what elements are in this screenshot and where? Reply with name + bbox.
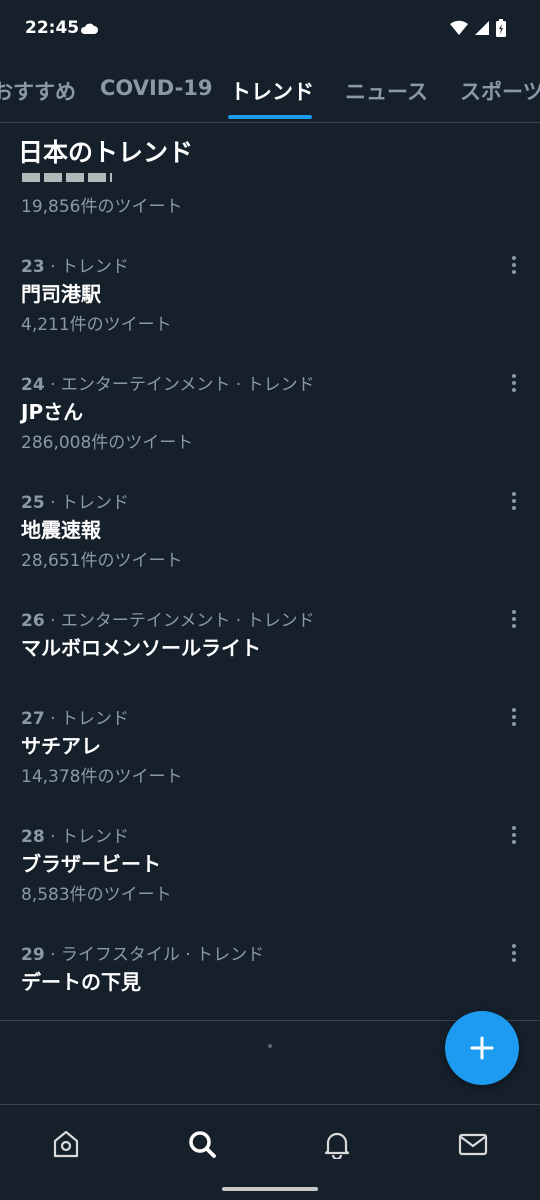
tab-trending[interactable]: トレンド (230, 76, 314, 106)
section-header: 日本のトレンド (0, 123, 540, 173)
tweet-count: 8,583件のツイート (21, 885, 172, 905)
trend-item[interactable]: 27 · トレンド サチアレ 14,378件のツイート (0, 704, 540, 822)
tab-covid19[interactable]: COVID-19 (100, 76, 213, 100)
trend-item[interactable]: 25 · トレンド 地震速報 28,651件のツイート (0, 488, 540, 606)
more-options-icon[interactable] (510, 708, 518, 728)
tweet-count: 19,856件のツイート (21, 197, 183, 217)
compose-tweet-button[interactable] (445, 1011, 519, 1085)
trend-meta: 25 · トレンド (21, 488, 129, 513)
trend-item[interactable]: 28 · トレンド ブラザービート 8,583件のツイート (0, 822, 540, 940)
more-options-icon[interactable] (510, 610, 518, 630)
cloud-icon (80, 20, 98, 39)
trend-meta: 29 · ライフスタイル · トレンド (21, 940, 264, 965)
trend-name: JPさん (21, 400, 84, 424)
explore-tabs: おすすめ COVID-19 トレンド ニュース スポーツ (0, 60, 540, 123)
trend-category: · ライフスタイル · トレンド (50, 945, 265, 965)
trend-category: · トレンド (50, 257, 129, 277)
trend-name: マルボロメンソールライト (21, 636, 261, 660)
status-time: 22:45 (25, 18, 80, 38)
trend-category: · トレンド (50, 709, 129, 729)
trends-list[interactable]: 19,856件のツイート 23 · トレンド 門司港駅 4,211件のツイート … (0, 122, 540, 1022)
trend-rank: 24 (21, 375, 45, 395)
bottom-navigation (0, 1104, 540, 1200)
active-tab-indicator (228, 115, 312, 119)
search-icon[interactable] (187, 1129, 217, 1159)
trend-meta: 24 · エンターテインメント · トレンド (21, 370, 315, 395)
trend-rank: 26 (21, 611, 45, 631)
more-options-icon[interactable] (510, 256, 518, 276)
home-icon[interactable] (52, 1129, 82, 1159)
trend-meta: 23 · トレンド (21, 252, 129, 277)
tab-news[interactable]: ニュース (345, 76, 428, 106)
status-bar: 22:45 (0, 0, 540, 60)
trend-name: ブラザービート (21, 852, 161, 876)
list-item[interactable]: 19,856件のツイート (0, 172, 540, 232)
trend-rank: 25 (21, 493, 45, 513)
signal-icon (474, 20, 490, 40)
trend-rank: 29 (21, 945, 45, 965)
trend-category: · トレンド (50, 493, 129, 513)
scroll-indicator (268, 1044, 272, 1048)
trend-rank: 23 (21, 257, 45, 277)
more-options-icon[interactable] (510, 826, 518, 846)
wifi-icon (450, 20, 468, 40)
trend-name: サチアレ (21, 734, 101, 758)
tab-for-you[interactable]: おすすめ (0, 76, 76, 106)
trend-rank: 28 (21, 827, 45, 847)
more-options-icon[interactable] (510, 492, 518, 512)
trend-category: · エンターテインメント · トレンド (50, 611, 315, 631)
tab-sports[interactable]: スポーツ (460, 76, 540, 106)
trend-item[interactable]: 26 · エンターテインメント · トレンド マルボロメンソールライト (0, 606, 540, 702)
tweet-count: 14,378件のツイート (21, 767, 183, 787)
more-options-icon[interactable] (510, 374, 518, 394)
trend-item[interactable]: 24 · エンターテインメント · トレンド JPさん 286,008件のツイー… (0, 370, 540, 488)
cut-off-title (22, 172, 112, 182)
tweet-count: 4,211件のツイート (21, 315, 172, 335)
trend-meta: 28 · トレンド (21, 822, 129, 847)
tweet-count: 28,651件のツイート (21, 551, 183, 571)
trend-category: · エンターテインメント · トレンド (50, 375, 315, 395)
trend-rank: 27 (21, 709, 45, 729)
trend-item[interactable]: 23 · トレンド 門司港駅 4,211件のツイート (0, 252, 540, 370)
gesture-home-bar (222, 1187, 318, 1191)
trend-meta: 27 · トレンド (21, 704, 129, 729)
trend-category: · トレンド (50, 827, 129, 847)
messages-icon[interactable] (458, 1129, 488, 1159)
trend-name: 地震速報 (21, 518, 101, 542)
trend-name: 門司港駅 (21, 282, 101, 306)
tweet-count: 286,008件のツイート (21, 433, 194, 453)
trend-meta: 26 · エンターテインメント · トレンド (21, 606, 315, 631)
plus-icon (470, 1036, 494, 1060)
trend-item[interactable]: 29 · ライフスタイル · トレンド デートの下見 (0, 940, 540, 1020)
section-title: 日本のトレンド (18, 138, 194, 167)
more-options-icon[interactable] (510, 944, 518, 964)
notifications-icon[interactable] (323, 1129, 353, 1161)
trend-name: デートの下見 (21, 970, 141, 994)
battery-icon (496, 19, 506, 41)
